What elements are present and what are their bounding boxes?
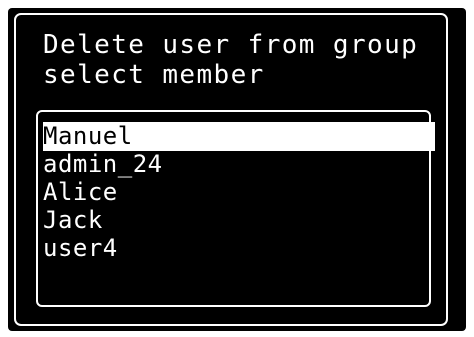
member-item-jack[interactable]: Jack bbox=[43, 206, 103, 235]
member-item-alice[interactable]: Alice bbox=[43, 178, 118, 207]
dialog-frame: Delete user from group select member Man… bbox=[14, 13, 448, 326]
dialog-subtitle: select member bbox=[43, 60, 265, 90]
member-item-manuel[interactable]: Manuel bbox=[43, 122, 435, 151]
member-item-user4[interactable]: user4 bbox=[43, 234, 118, 263]
member-item-admin-24[interactable]: admin_24 bbox=[43, 150, 163, 179]
dialog-title: Delete user from group bbox=[43, 30, 419, 60]
terminal-screen: Delete user from group select member Man… bbox=[8, 8, 466, 331]
member-listbox[interactable]: Manuel admin_24 Alice Jack user4 bbox=[36, 110, 435, 307]
